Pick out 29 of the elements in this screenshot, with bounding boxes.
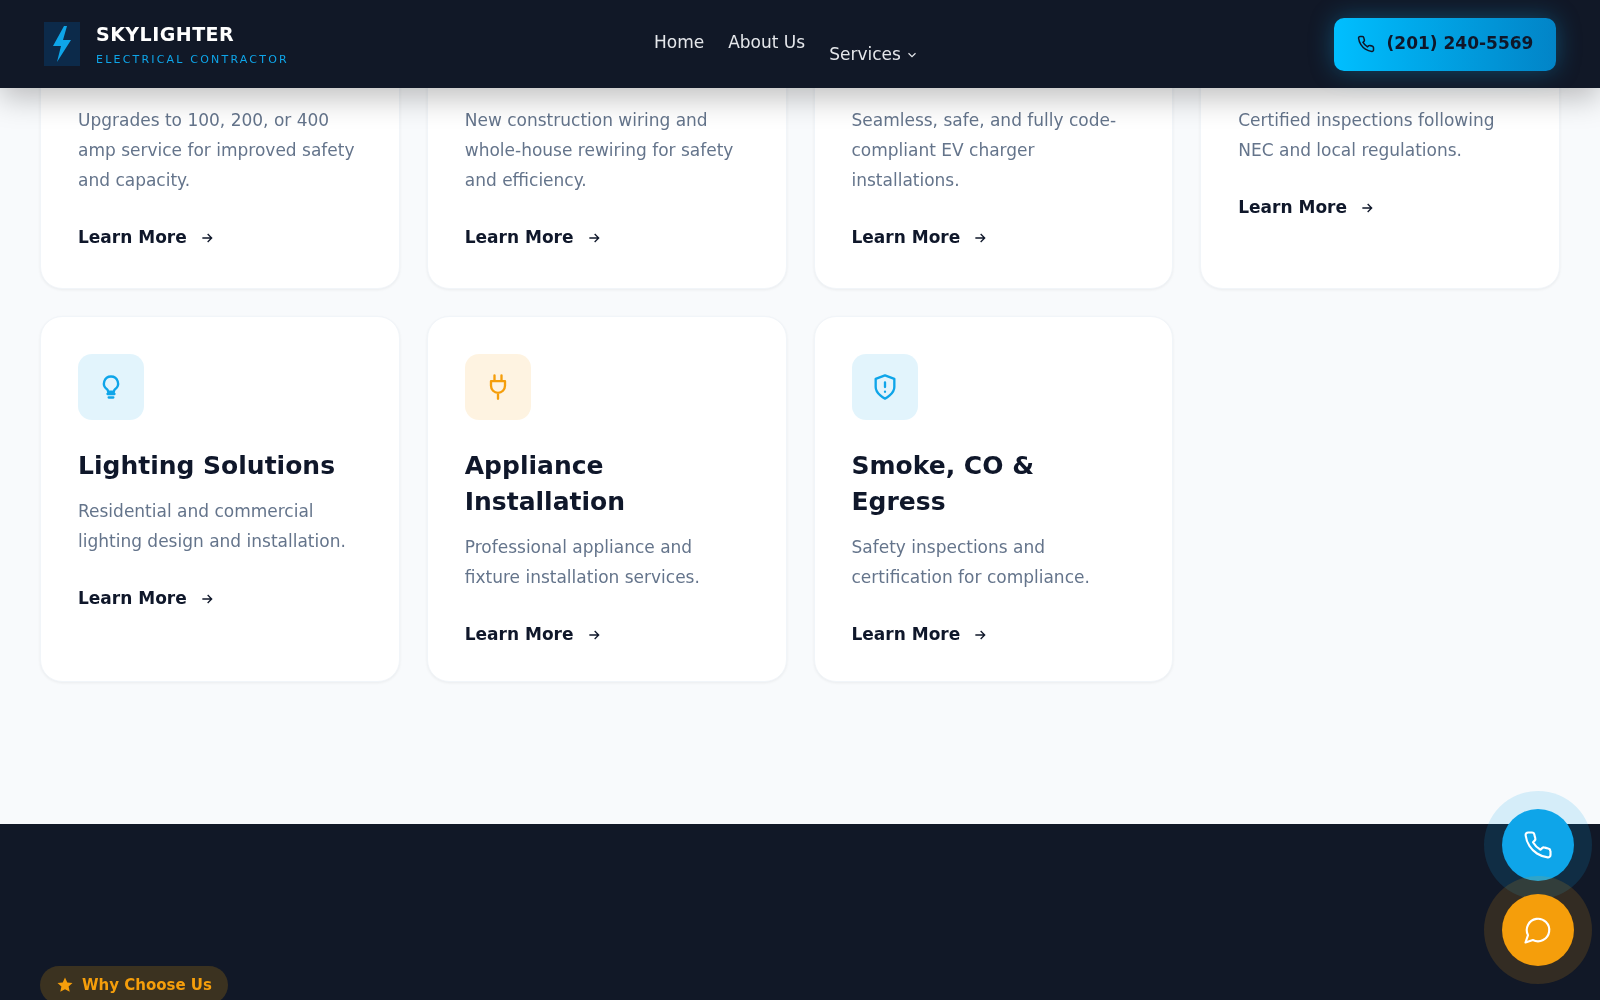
learn-more-link[interactable]: Learn More [464,622,602,648]
learn-more-link[interactable]: Learn More [78,225,215,251]
learn-more-link[interactable]: Learn More [851,622,989,648]
star-icon [56,976,74,994]
card-description: Professional appliance and fixture installation services. [464,536,701,589]
card-description: Safety inspections and certification for compliance. [851,536,1091,589]
card-description: Residential and commercial lighting design and installation. [78,500,347,553]
card-description: New construction wiring and whole-house rewiring for safety and efficiency. [464,109,735,192]
chat-bubble-icon [1523,915,1553,945]
brand-tagline: ELECTRICAL CONTRACTOR [96,52,289,68]
learn-more-link[interactable]: Learn More [1238,195,1375,221]
phone-button[interactable]: (201) 240-5569 [1334,17,1556,71]
card-description: Seamless, safe, and fully code-compliant EV charger installations. [851,109,1118,192]
lightning-logo-icon [44,22,80,66]
section-badge: Why Choose Us [40,966,228,1000]
nav-link[interactable]: About Us [728,30,806,56]
learn-more-link[interactable]: Learn More [78,586,215,612]
card-description: Upgrades to 100, 200, or 400 amp service for improved safety and capacity. [78,109,356,192]
phone-icon [1356,35,1375,53]
learn-more-link[interactable]: Learn More [464,225,602,251]
learn-more-link[interactable]: Learn More [851,225,989,251]
nav-link[interactable]: Home [654,30,705,56]
card-title: Lighting Solutions [78,450,337,482]
card-title: Appliance Installation [464,450,627,518]
brand-name: SKYLIGHTER [96,21,236,47]
card-description: Certified inspections following NEC and local regulations. [1238,109,1496,162]
phone-icon [1523,830,1553,860]
card-title: Smoke, CO & Egress [851,450,1035,518]
nav-dropdown[interactable]: Services [829,42,919,68]
